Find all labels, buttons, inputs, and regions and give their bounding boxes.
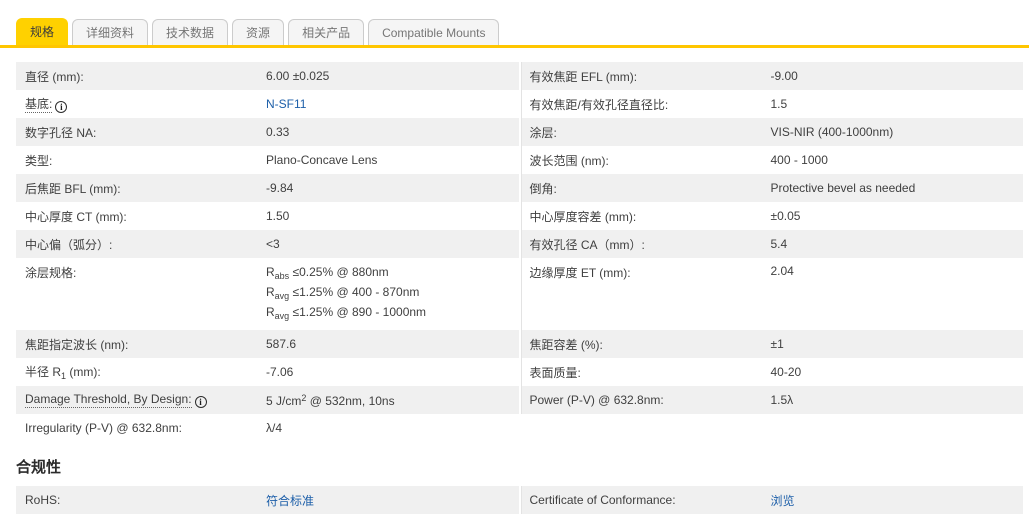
- spec-row: 直径 (mm): 6.00 ±0.025 有效焦距 EFL (mm): -9.0…: [16, 62, 1023, 90]
- spec-row: 中心偏（弧分）: <3 有效孔径 CA（mm）: 5.4: [16, 230, 1023, 258]
- spec-label: 类型:: [25, 153, 53, 168]
- spec-value: Plano-Concave Lens: [266, 153, 378, 167]
- spec-value: VIS-NIR (400-1000nm): [770, 125, 894, 139]
- spec-label: 焦距容差 (%):: [529, 337, 603, 352]
- spec-value: 0.33: [266, 125, 290, 139]
- spec-row: 数字孔径 NA: 0.33 涂层: VIS-NIR (400-1000nm): [16, 118, 1023, 146]
- spec-row: 半径 R1 (mm): -7.06 表面质量: 40-20: [16, 358, 1023, 386]
- tab-compatible-mounts[interactable]: Compatible Mounts: [368, 19, 500, 45]
- spec-value: 40-20: [770, 365, 802, 379]
- spec-label: Power (P-V) @ 632.8nm:: [529, 393, 664, 407]
- spec-label: 边缘厚度 ET (mm):: [529, 266, 631, 280]
- tab-related-products[interactable]: 相关产品: [288, 19, 365, 45]
- spec-label: 中心厚度容差 (mm):: [529, 209, 637, 224]
- spec-label: 涂层:: [529, 125, 557, 140]
- spec-value: -9.00: [770, 69, 798, 83]
- tab-details[interactable]: 详细资料: [72, 19, 149, 45]
- spec-value: 2.04: [770, 264, 794, 278]
- tab-specifications[interactable]: 规格: [16, 18, 69, 45]
- spec-row: 涂层规格: Rabs ≤0.25% @ 880nm Ravg ≤1.25% @ …: [16, 258, 1023, 330]
- spec-value: -7.06: [266, 365, 294, 379]
- spec-row: 类型: Plano-Concave Lens 波长范围 (nm): 400 - …: [16, 146, 1023, 174]
- spec-label: 直径 (mm):: [25, 69, 84, 84]
- spec-table: 直径 (mm): 6.00 ±0.025 有效焦距 EFL (mm): -9.0…: [16, 62, 1023, 442]
- spec-row: 后焦距 BFL (mm): -9.84 倒角: Protective bevel…: [16, 174, 1023, 202]
- spec-label: 半径 R1 (mm):: [25, 365, 101, 381]
- spec-label: 焦距指定波长 (nm):: [25, 337, 129, 352]
- certificate-view-link[interactable]: 浏览: [771, 494, 795, 508]
- info-icon[interactable]: i: [194, 396, 207, 408]
- spec-label: 倒角:: [529, 181, 557, 196]
- spec-label: 波长范围 (nm):: [529, 153, 609, 168]
- spec-value: Protective bevel as needed: [770, 181, 916, 195]
- coating-spec-value: Rabs ≤0.25% @ 880nm Ravg ≤1.25% @ 400 - …: [266, 265, 427, 321]
- compliance-table: RoHS: 符合标准 Certificate of Conformance: 浏…: [16, 486, 1023, 514]
- spec-label: 有效焦距/有效孔径直径比:: [529, 97, 669, 112]
- info-icon[interactable]: i: [55, 101, 68, 113]
- spec-value: 587.6: [266, 337, 297, 351]
- spec-value: -9.84: [266, 181, 294, 195]
- compliance-heading: 合规性: [16, 459, 62, 476]
- tab-resources[interactable]: 资源: [232, 19, 285, 45]
- spec-value: 1.5λ: [770, 393, 794, 407]
- spec-row: 基底: i N-SF11 有效焦距/有效孔径直径比: 1.5: [16, 90, 1023, 118]
- spec-value: ±1: [770, 337, 784, 351]
- spec-value: 1.5: [770, 97, 788, 111]
- spec-label: 中心厚度 CT (mm):: [25, 209, 127, 224]
- spec-label: 表面质量:: [529, 365, 581, 380]
- spec-value: λ/4: [266, 421, 283, 435]
- spec-label: 有效孔径 CA（mm）:: [529, 237, 645, 252]
- tab-active-underline: [0, 45, 1029, 48]
- spec-value: 5 J/cm2 @ 532nm, 10ns: [266, 392, 395, 408]
- tab-technical-data[interactable]: 技术数据: [152, 19, 229, 45]
- substrate-link[interactable]: N-SF11: [266, 97, 306, 111]
- certificate-of-conformance-label: Certificate of Conformance:: [529, 493, 676, 507]
- spec-row: Irregularity (P-V) @ 632.8nm: λ/4: [16, 414, 1023, 442]
- spec-label: Irregularity (P-V) @ 632.8nm:: [25, 421, 182, 435]
- tab-bar: 规格 详细资料 技术数据 资源 相关产品 Compatible Mounts: [0, 0, 1029, 48]
- spec-row: 中心厚度 CT (mm): 1.50 中心厚度容差 (mm): ±0.05: [16, 202, 1023, 230]
- substrate-tooltip-label[interactable]: 基底:: [25, 97, 53, 113]
- rohs-compliant-link[interactable]: 符合标准: [266, 494, 314, 508]
- spec-value: ±0.05: [770, 209, 801, 223]
- spec-label: 数字孔径 NA:: [25, 125, 97, 140]
- spec-value: 1.50: [266, 209, 290, 223]
- compliance-row: RoHS: 符合标准 Certificate of Conformance: 浏…: [16, 486, 1023, 514]
- spec-value: <3: [266, 237, 280, 251]
- spec-label: 涂层规格:: [25, 266, 77, 280]
- spec-label: 中心偏（弧分）:: [25, 237, 113, 252]
- spec-row: Damage Threshold, By Design: i 5 J/cm2 @ …: [16, 386, 1023, 414]
- rohs-label: RoHS:: [25, 493, 61, 507]
- spec-value: 6.00 ±0.025: [266, 69, 330, 83]
- spec-value: 400 - 1000: [770, 153, 828, 167]
- spec-label: 有效焦距 EFL (mm):: [529, 69, 638, 84]
- spec-value: 5.4: [770, 237, 788, 251]
- spec-label: 后焦距 BFL (mm):: [25, 181, 121, 196]
- spec-row: 焦距指定波长 (nm): 587.6 焦距容差 (%): ±1: [16, 330, 1023, 358]
- damage-threshold-tooltip-label[interactable]: Damage Threshold, By Design:: [25, 392, 192, 408]
